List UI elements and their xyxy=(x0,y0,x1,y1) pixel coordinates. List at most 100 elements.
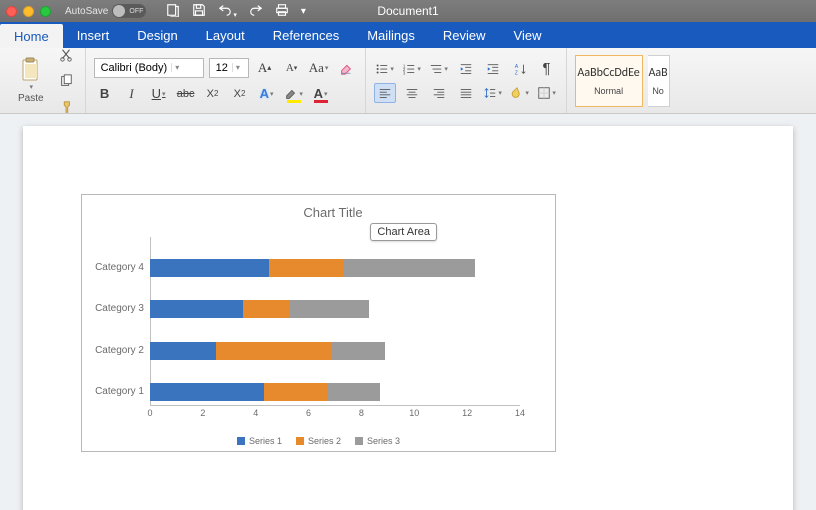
bullets-button[interactable]: ▾ xyxy=(374,59,396,79)
bar-segment[interactable] xyxy=(150,383,264,401)
ribbon: ▾ Paste Calibri (Body)▾ 12▾ A▴ A▾ Aa▾ B … xyxy=(0,48,816,114)
multilevel-list-button[interactable]: ▾ xyxy=(428,59,450,79)
x-tick: 12 xyxy=(462,408,472,418)
x-axis: 02468101214 xyxy=(150,405,520,423)
style-normal[interactable]: AaBbCcDdEe Normal xyxy=(575,55,643,107)
group-styles: AaBbCcDdEe Normal AaB No xyxy=(567,48,670,113)
legend-label: Series 2 xyxy=(308,436,341,446)
paste-button[interactable]: ▾ Paste xyxy=(12,44,50,118)
bar-segment[interactable] xyxy=(332,342,385,360)
increase-indent-button[interactable] xyxy=(482,59,504,79)
chevron-down-icon[interactable]: ▾ xyxy=(233,12,237,19)
font-family-combo[interactable]: Calibri (Body)▾ xyxy=(94,58,204,78)
legend-swatch xyxy=(237,437,245,445)
align-left-button[interactable] xyxy=(374,83,396,103)
chart-plot-area[interactable]: Category 4 Category 3 Category 2 Category 1 xyxy=(150,237,520,407)
font-color-button[interactable]: A▾ xyxy=(310,83,332,105)
redo-icon[interactable] xyxy=(249,3,263,20)
bar-segment[interactable] xyxy=(150,342,216,360)
svg-text:3: 3 xyxy=(403,70,406,75)
group-font: Calibri (Body)▾ 12▾ A▴ A▾ Aa▾ B I U▾ abc… xyxy=(86,48,366,113)
bar-segment[interactable] xyxy=(216,342,332,360)
subscript-button[interactable]: X2 xyxy=(202,83,224,105)
x-tick: 2 xyxy=(200,408,205,418)
chart-title[interactable]: Chart Title xyxy=(148,205,518,220)
shading-button[interactable]: ▾ xyxy=(509,83,531,103)
bar-segment[interactable] xyxy=(327,383,380,401)
tab-view[interactable]: View xyxy=(500,22,556,48)
bar-segment[interactable] xyxy=(150,259,269,277)
show-marks-button[interactable]: ¶ xyxy=(536,59,558,79)
borders-button[interactable]: ▾ xyxy=(536,83,558,103)
zoom-window-icon[interactable] xyxy=(40,6,51,17)
bar-segment[interactable] xyxy=(243,300,291,318)
bar-row[interactable]: Category 4 xyxy=(150,259,475,277)
strikethrough-button[interactable]: abc xyxy=(175,83,197,105)
tab-design[interactable]: Design xyxy=(123,22,191,48)
home-icon[interactable] xyxy=(166,3,180,20)
change-case-button[interactable]: Aa▾ xyxy=(308,57,330,79)
chevron-down-icon[interactable]: ▾ xyxy=(232,63,240,72)
chart-legend[interactable]: Series 1 Series 2 Series 3 xyxy=(82,436,555,446)
autosave-toggle[interactable]: AutoSave OFF xyxy=(65,4,146,18)
bar-segment[interactable] xyxy=(343,259,475,277)
tab-review[interactable]: Review xyxy=(429,22,500,48)
legend-item[interactable]: Series 3 xyxy=(355,436,400,446)
document-title: Document1 xyxy=(377,4,438,18)
bar-segment[interactable] xyxy=(150,300,243,318)
cut-button[interactable] xyxy=(55,44,77,66)
category-label: Category 1 xyxy=(95,386,144,397)
numbering-button[interactable]: 123▾ xyxy=(401,59,423,79)
svg-text:Z: Z xyxy=(514,70,518,76)
bar-row[interactable]: Category 1 xyxy=(150,383,380,401)
underline-button[interactable]: U▾ xyxy=(148,83,170,105)
justify-button[interactable] xyxy=(455,83,477,103)
qat-overflow-icon[interactable]: ▾ xyxy=(301,6,306,17)
align-center-button[interactable] xyxy=(401,83,423,103)
category-label: Category 3 xyxy=(95,303,144,314)
document-area[interactable]: Chart Title Chart Area Category 4Categor… xyxy=(0,114,816,510)
font-size-combo[interactable]: 12▾ xyxy=(209,58,249,78)
decrease-indent-button[interactable] xyxy=(455,59,477,79)
close-window-icon[interactable] xyxy=(6,6,17,17)
tab-mailings[interactable]: Mailings xyxy=(353,22,429,48)
text-effects-button[interactable]: A▾ xyxy=(256,83,278,105)
tab-layout[interactable]: Layout xyxy=(192,22,259,48)
sort-button[interactable]: AZ xyxy=(509,59,531,79)
category-label: Category 2 xyxy=(95,345,144,356)
grow-font-button[interactable]: A▴ xyxy=(254,57,276,79)
save-icon[interactable] xyxy=(192,3,206,20)
chevron-down-icon[interactable]: ▾ xyxy=(171,63,179,72)
undo-icon[interactable]: ▾ xyxy=(218,3,237,20)
style-nospacing[interactable]: AaB No xyxy=(648,55,670,107)
legend-item[interactable]: Series 1 xyxy=(237,436,282,446)
bold-button[interactable]: B xyxy=(94,83,116,105)
format-painter-button[interactable] xyxy=(55,96,77,118)
bar-segment[interactable] xyxy=(290,300,369,318)
print-icon[interactable] xyxy=(275,3,289,20)
align-right-button[interactable] xyxy=(428,83,450,103)
minimize-window-icon[interactable] xyxy=(23,6,34,17)
tab-references[interactable]: References xyxy=(259,22,353,48)
chevron-down-icon[interactable]: ▾ xyxy=(30,83,34,91)
line-spacing-button[interactable]: ▾ xyxy=(482,83,504,103)
bar-segment[interactable] xyxy=(264,383,327,401)
clipboard-icon xyxy=(20,57,42,83)
mac-titlebar: AutoSave OFF ▾ ▾ Document1 xyxy=(0,0,816,22)
clear-formatting-button[interactable] xyxy=(335,57,357,79)
bar-row[interactable]: Category 3 xyxy=(150,300,369,318)
quick-access-toolbar: ▾ ▾ xyxy=(166,3,306,20)
chart-object[interactable]: Chart Title Chart Area Category 4Categor… xyxy=(81,194,556,452)
shrink-font-button[interactable]: A▾ xyxy=(281,57,303,79)
svg-text:A: A xyxy=(514,64,518,70)
copy-button[interactable] xyxy=(55,70,77,92)
autosave-pill[interactable]: OFF xyxy=(112,4,146,18)
superscript-button[interactable]: X2 xyxy=(229,83,251,105)
x-tick: 8 xyxy=(359,408,364,418)
page[interactable]: Chart Title Chart Area Category 4Categor… xyxy=(23,126,793,510)
bar-row[interactable]: Category 2 xyxy=(150,342,385,360)
highlight-button[interactable]: ▾ xyxy=(283,83,305,105)
italic-button[interactable]: I xyxy=(121,83,143,105)
bar-segment[interactable] xyxy=(269,259,343,277)
legend-item[interactable]: Series 2 xyxy=(296,436,341,446)
